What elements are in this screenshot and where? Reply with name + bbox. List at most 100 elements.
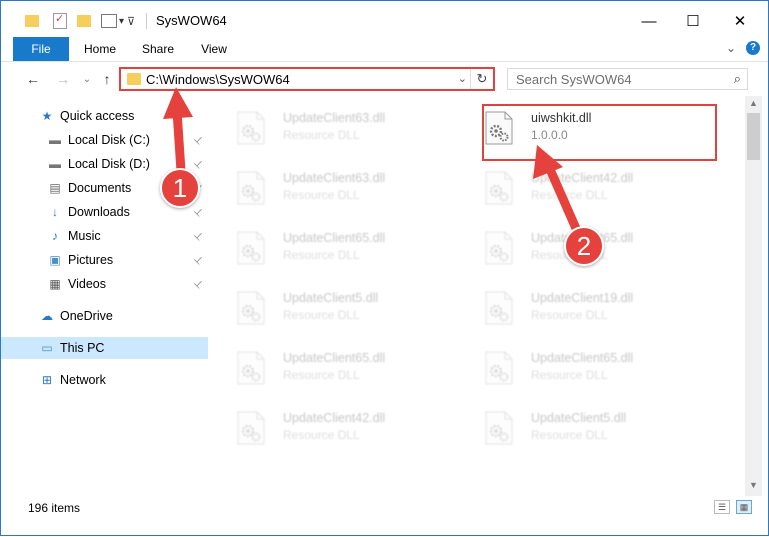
ribbon-divider xyxy=(1,61,768,62)
file-item[interactable]: UpdateClient5.dll Resource DLL xyxy=(461,401,681,451)
help-icon[interactable]: ? xyxy=(746,41,760,55)
sidebar-item-music[interactable]: ♪ Music ⊥ xyxy=(1,225,208,247)
details-view-icon[interactable]: ☰ xyxy=(714,500,730,514)
network-icon: ⊞ xyxy=(41,373,53,387)
computer-icon: ▭ xyxy=(41,341,53,355)
pin-icon[interactable]: ⊥ xyxy=(191,229,205,243)
title-separator: ⊽ xyxy=(127,16,136,28)
file-type: Resource DLL xyxy=(531,308,608,322)
file-item[interactable]: UpdateClient19.dll Resource DLL xyxy=(461,281,681,331)
sidebar-item-pictures[interactable]: ▣ Pictures ⊥ xyxy=(1,249,208,271)
close-button[interactable]: ✕ xyxy=(717,1,763,41)
sidebar-item-videos[interactable]: ▦ Videos ⊥ xyxy=(1,273,208,295)
recent-locations-button[interactable]: ⌄ xyxy=(77,68,97,90)
address-path[interactable]: C:\Windows\SysWOW64 xyxy=(146,72,290,87)
search-input[interactable]: Search SysWOW64 xyxy=(516,72,632,87)
file-item[interactable]: UpdateClient42.dll Resource DLL xyxy=(461,161,681,211)
back-button[interactable]: ← xyxy=(23,68,43,90)
tab-view[interactable]: View xyxy=(191,37,237,61)
dll-file-icon xyxy=(237,231,265,265)
file-type: Resource DLL xyxy=(283,308,360,322)
music-icon: ♪ xyxy=(52,229,58,243)
minimize-button[interactable]: — xyxy=(626,1,672,41)
sidebar-item-label: Quick access xyxy=(60,109,135,123)
documents-icon: ▤ xyxy=(49,181,61,195)
scroll-down-icon[interactable]: ▼ xyxy=(745,480,762,494)
highlight-box xyxy=(482,104,717,161)
forward-button[interactable]: → xyxy=(53,68,73,90)
scroll-up-icon[interactable]: ▲ xyxy=(745,98,762,112)
pin-icon[interactable]: ⊥ xyxy=(191,277,205,291)
scroll-thumb[interactable] xyxy=(747,113,760,160)
pictures-icon: ▣ xyxy=(49,253,61,267)
dll-file-icon xyxy=(237,171,265,205)
dll-file-icon xyxy=(485,411,513,445)
folder-icon[interactable] xyxy=(25,15,39,27)
tab-home[interactable]: Home xyxy=(77,37,123,61)
pin-icon[interactable]: ⊥ xyxy=(191,157,205,171)
file-item[interactable]: UpdateClient65.dll Resource DLL xyxy=(213,341,433,391)
sidebar-item-label: Local Disk (C:) xyxy=(68,133,150,147)
file-name: UpdateClient63.dll xyxy=(283,171,386,185)
downloads-icon: ↓ xyxy=(52,205,58,219)
drive-icon: ▬ xyxy=(49,133,61,147)
properties-icon[interactable]: ✓ xyxy=(53,13,67,29)
file-item[interactable]: UpdateClient65.dll Resource DLL xyxy=(461,341,681,391)
dll-file-icon xyxy=(237,111,265,145)
address-dropdown-icon[interactable]: ⌄ xyxy=(458,72,467,85)
sidebar-item-label: Videos xyxy=(68,277,106,291)
vertical-scrollbar[interactable]: ▲ ▼ xyxy=(745,96,762,496)
file-type: Resource DLL xyxy=(531,428,608,442)
expand-ribbon-icon[interactable]: ⌄ xyxy=(726,41,736,55)
file-name: UpdateClient42.dll xyxy=(283,411,386,425)
pin-icon[interactable]: ⊥ xyxy=(191,133,205,147)
file-type: Resource DLL xyxy=(283,428,360,442)
file-item[interactable]: UpdateClient63.dll Resource DLL xyxy=(213,161,433,211)
file-type: Resource DLL xyxy=(283,368,360,382)
search-icon[interactable]: ⌕ xyxy=(734,71,741,87)
up-button[interactable]: ↑ xyxy=(97,68,117,90)
file-name: UpdateClient5.dll xyxy=(283,291,379,305)
cloud-icon: ☁ xyxy=(41,309,53,323)
search-box[interactable]: Search SysWOW64 ⌕ xyxy=(507,68,748,90)
file-type: Resource DLL xyxy=(283,248,360,262)
file-name: UpdateClient65.dll xyxy=(283,231,386,245)
file-name: UpdateClient42.dll xyxy=(531,171,634,185)
quick-access-toolbar: ✓ ▾ xyxy=(25,11,124,31)
file-item[interactable]: UpdateClient65.dll Resource DLL xyxy=(213,221,433,271)
sidebar-item-this-pc[interactable]: ▭ This PC xyxy=(1,337,208,359)
sidebar-item-local-disk-c[interactable]: ▬ Local Disk (C:) ⊥ xyxy=(1,129,208,151)
dll-file-icon xyxy=(237,351,265,385)
file-name: UpdateClient65.dll xyxy=(283,351,386,365)
address-bar[interactable]: C:\Windows\SysWOW64 ⌄ ↻ xyxy=(119,67,495,91)
refresh-button[interactable]: ↻ xyxy=(470,69,493,89)
maximize-button[interactable]: ☐ xyxy=(670,1,716,41)
customize-toolbar-icon[interactable] xyxy=(101,14,117,28)
sidebar-item-label: Music xyxy=(68,229,101,243)
pin-icon[interactable]: ⊥ xyxy=(191,253,205,267)
new-folder-icon[interactable] xyxy=(77,15,91,27)
step-2-badge: 2 xyxy=(564,226,604,266)
toolbar-dropdown-icon[interactable]: ▾ xyxy=(119,16,124,27)
file-type: Resource DLL xyxy=(283,188,360,202)
file-item[interactable]: UpdateClient5.dll Resource DLL xyxy=(213,281,433,331)
title-divider xyxy=(146,13,147,29)
sidebar-item-network[interactable]: ⊞ Network xyxy=(1,369,208,391)
step-1-badge: 1 xyxy=(160,168,200,208)
sidebar-item-label: Documents xyxy=(68,181,132,195)
file-item[interactable]: UpdateClient42.dll Resource DLL xyxy=(213,401,433,451)
tab-file[interactable]: File xyxy=(13,37,69,61)
dll-file-icon xyxy=(485,231,513,265)
pin-icon[interactable]: ⊥ xyxy=(191,205,205,219)
sidebar-item-quick-access[interactable]: ★ Quick access xyxy=(1,105,208,127)
sidebar-item-onedrive[interactable]: ☁ OneDrive xyxy=(1,305,208,327)
sidebar-item-label: OneDrive xyxy=(60,309,113,323)
sidebar-item-label: Pictures xyxy=(68,253,114,267)
dll-file-icon xyxy=(237,411,265,445)
sidebar-item-label: This PC xyxy=(60,341,105,355)
large-icons-view-icon[interactable]: ▦ xyxy=(736,500,752,514)
tab-share[interactable]: Share xyxy=(135,37,181,61)
file-item[interactable]: UpdateClient63.dll Resource DLL xyxy=(213,101,433,151)
title-bar: ✓ ▾ ⊽ SysWOW64 — ☐ ✕ xyxy=(1,1,768,41)
file-name: UpdateClient63.dll xyxy=(283,111,386,125)
